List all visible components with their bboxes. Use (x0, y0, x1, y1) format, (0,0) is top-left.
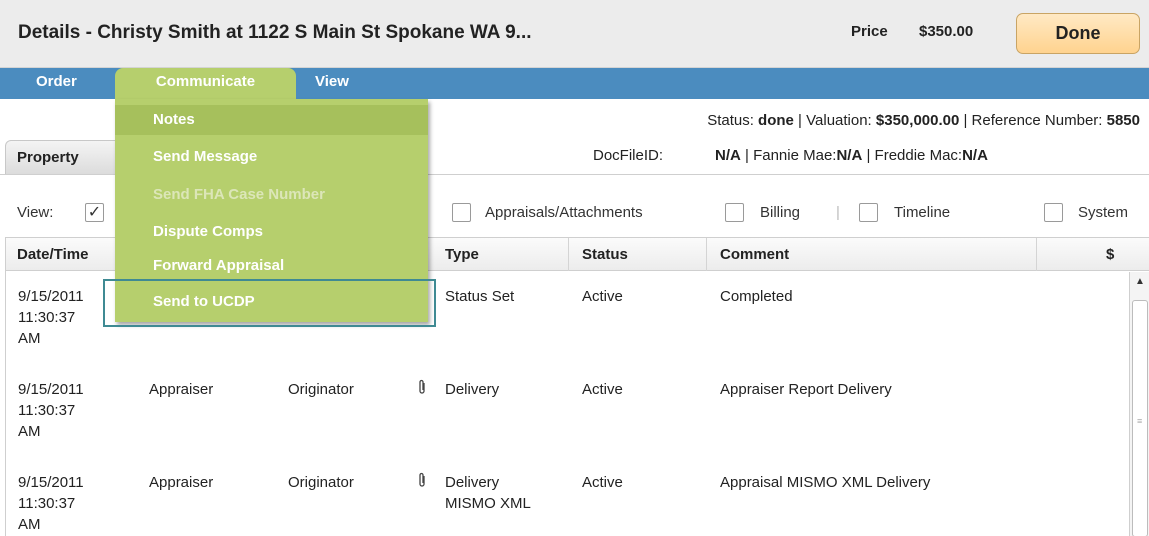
grip-icon: ≡ (1137, 416, 1143, 426)
billing-filter-label: Billing (760, 204, 801, 221)
menu-item-send-message[interactable]: Send Message (115, 142, 428, 172)
focus-highlight (103, 279, 436, 327)
row-ampm: AM (18, 516, 41, 533)
menu-item-dispute-comps[interactable]: Dispute Comps (115, 217, 428, 247)
row-comment: Completed (720, 288, 793, 305)
row-comment: Appraisal MISMO XML Delivery (720, 474, 931, 491)
fannie-value: N/A (836, 147, 863, 164)
menu-item-notes[interactable]: Notes (115, 105, 428, 135)
row-from: Appraiser (149, 381, 214, 398)
row-type: Status Set (445, 288, 515, 305)
filter-separator: | (836, 204, 840, 221)
paperclip-icon[interactable] (417, 472, 427, 492)
column-comment[interactable]: Comment (720, 238, 789, 271)
row-date: 9/15/2011 (18, 288, 84, 305)
row-type: Delivery (445, 381, 500, 398)
menu-item-send-fha-case-number: Send FHA Case Number (153, 186, 325, 203)
menu-order[interactable]: Order (36, 68, 77, 99)
row-type-detail: MISMO XML (445, 495, 531, 512)
status-label: Status: (707, 112, 759, 129)
row-ampm: AM (18, 330, 41, 347)
column-type[interactable]: Type (445, 238, 479, 271)
reference-value: 5850 (1106, 112, 1140, 129)
view-label: View: (17, 204, 54, 221)
column-divider (706, 238, 707, 271)
valuation-value: $350,000.00 (875, 112, 960, 129)
column-divider (1036, 238, 1037, 271)
row-status: Active (582, 381, 623, 398)
arrow-up-icon[interactable]: ▲ (1130, 276, 1149, 294)
price-label: Price (851, 23, 888, 40)
system-checkbox[interactable] (1044, 203, 1063, 222)
menu-bar: Order Communicate View (0, 68, 1149, 99)
docfile-values: N/A | Fannie Mae:N/A | Freddie Mac:N/A (715, 147, 988, 164)
column-status[interactable]: Status (582, 238, 628, 271)
row-status: Active (582, 288, 623, 305)
view-checkbox-checked[interactable]: ✓ (85, 203, 104, 222)
row-ampm: AM (18, 423, 41, 440)
appraisals-checkbox[interactable] (452, 203, 471, 222)
system-filter-label: System (1078, 204, 1129, 221)
freddie-value: N/A (962, 147, 988, 164)
done-button[interactable]: Done (1016, 13, 1140, 54)
row-time: 11:30:37 (18, 495, 76, 512)
row-type: Delivery (445, 474, 500, 491)
price-value: $350.00 (919, 23, 974, 40)
reference-label: | Reference Number: (959, 112, 1107, 129)
column-datetime[interactable]: Date/Time (17, 238, 88, 271)
menu-communicate[interactable]: Communicate (115, 68, 296, 99)
row-time: 11:30:37 (18, 309, 76, 326)
menu-view[interactable]: View (315, 68, 349, 99)
title-bar: Details - Christy Smith at 1122 S Main S… (0, 0, 1149, 68)
row-status: Active (582, 474, 623, 491)
appraisals-filter-label: Appraisals/Attachments (485, 204, 643, 221)
billing-checkbox[interactable] (725, 203, 744, 222)
docfile-value: N/A (715, 147, 741, 164)
timeline-filter-label: Timeline (894, 204, 951, 221)
row-to: Originator (288, 381, 354, 398)
tab-property[interactable]: Property (5, 140, 125, 174)
row-date: 9/15/2011 (18, 381, 84, 398)
fannie-label: | Fannie Mae: (740, 147, 837, 164)
vertical-scrollbar[interactable]: ▲ ≡ (1129, 272, 1149, 536)
docfile-label: DocFileID: (593, 147, 664, 164)
paperclip-icon[interactable] (417, 379, 427, 399)
row-date: 9/15/2011 (18, 474, 84, 491)
row-to: Originator (288, 474, 354, 491)
timeline-checkbox[interactable] (859, 203, 878, 222)
column-amount[interactable]: $ (1106, 238, 1114, 271)
row-comment: Appraiser Report Delivery (720, 381, 892, 398)
page-title: Details - Christy Smith at 1122 S Main S… (18, 22, 532, 43)
menu-item-forward-appraisal[interactable]: Forward Appraisal (115, 251, 428, 281)
row-from: Appraiser (149, 474, 214, 491)
scrollbar-thumb[interactable]: ≡ (1132, 300, 1148, 536)
column-divider (568, 238, 569, 271)
row-time: 11:30:37 (18, 402, 76, 419)
freddie-label: | Freddie Mac: (862, 147, 963, 164)
status-value: done (758, 112, 794, 129)
valuation-label: | Valuation: (793, 112, 876, 129)
